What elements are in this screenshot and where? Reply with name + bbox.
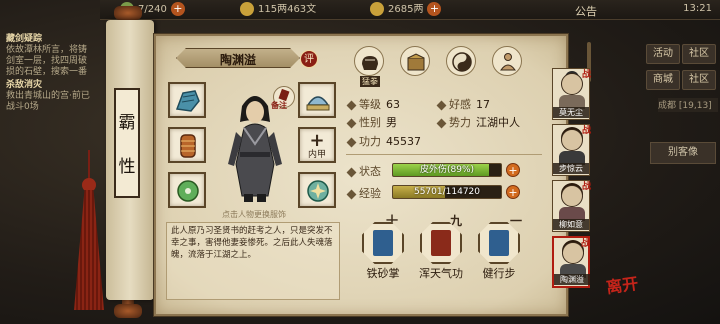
- note-label: 备注: [271, 101, 287, 110]
- character-description: 此人原乃习圣贤书的赶考之人，只是突发不幸之事，害得他妻妾惨死。之后此人失魂落魄，…: [166, 222, 340, 300]
- stat-level: 等级 63: [346, 96, 400, 112]
- stat-favor: 好感 17: [436, 96, 490, 112]
- stats-divider: [346, 154, 542, 155]
- member-name: 陶渊溢: [554, 274, 590, 285]
- add-exp-button[interactable]: +: [506, 185, 520, 199]
- battle-tag: 战: [580, 239, 590, 249]
- silver-icon: [240, 2, 254, 16]
- battle-tag: 战: [581, 182, 591, 192]
- stat-gender: 性别男: [346, 114, 397, 130]
- resource-silver: 115两463文: [240, 2, 316, 18]
- box-icon: [407, 53, 425, 71]
- exp-text: 55701/114720: [413, 187, 481, 197]
- member-name: 柳如意: [553, 219, 589, 230]
- quest-desc: 依故潭林所言，将铸剑室一层，找四周破损的石壁，搜索一番: [6, 45, 88, 77]
- clock: 13:21: [683, 3, 712, 14]
- inventory-icon-button[interactable]: [400, 46, 430, 76]
- add-stamina-button[interactable]: +: [170, 2, 185, 16]
- skill-slot[interactable]: [478, 222, 520, 264]
- armor-label: 内甲: [307, 150, 326, 160]
- yinyang-icon: [452, 52, 472, 72]
- helmet-icon: [306, 96, 330, 111]
- battle-tag: 战: [581, 126, 591, 136]
- party-member[interactable]: 战柳如意: [552, 180, 591, 232]
- jade-pendant-icon: [177, 180, 199, 202]
- community-button-2[interactable]: 社区: [682, 70, 716, 90]
- evaluate-button[interactable]: 评: [300, 50, 318, 68]
- equip-slot-armor[interactable]: + 内甲: [298, 127, 336, 163]
- status-bar: 皮外伤(89%): [392, 163, 502, 177]
- exp-bar: 55701/114720: [392, 185, 502, 199]
- bieke-button[interactable]: 别客像: [650, 142, 716, 164]
- community-button[interactable]: 社区: [682, 44, 716, 64]
- meditation-icon-button[interactable]: [492, 46, 522, 76]
- equip-slot-helmet[interactable]: [298, 82, 336, 118]
- tassel-decoration: [60, 150, 104, 320]
- location-info: 成都 [19,13]: [658, 98, 718, 112]
- heal-button[interactable]: +: [506, 163, 520, 177]
- skill-name: 健行步: [482, 267, 516, 280]
- fist-icon: [362, 56, 378, 70]
- ability-icon-button[interactable]: [354, 46, 384, 76]
- gauntlet-icon: [175, 90, 200, 112]
- member-name: 莫无尘: [553, 107, 589, 118]
- stat-faction: 势力 江湖中人: [436, 114, 520, 130]
- quest-desc: 救出青城山的宫·前已战斗0场: [6, 91, 90, 112]
- amulet-icon: [307, 180, 329, 202]
- activity-button[interactable]: 活动: [646, 44, 680, 64]
- party-member-selected[interactable]: 战陶渊溢: [552, 236, 590, 288]
- ability-tag: 猛拳: [360, 76, 380, 87]
- name-char: 性: [118, 157, 136, 177]
- name-char: 霸: [118, 113, 136, 133]
- skill-book-icon: [489, 230, 509, 256]
- equip-slot-jade[interactable]: [168, 172, 206, 208]
- skill-book-icon: [431, 230, 451, 256]
- equip-slot-bracer[interactable]: [168, 127, 206, 163]
- party-member[interactable]: 战莫无尘: [552, 68, 591, 120]
- bracer-icon: [180, 134, 196, 158]
- skill-slot[interactable]: [420, 222, 462, 264]
- location-coords: [19,13]: [678, 101, 712, 111]
- quest-title: 杀敌消灾: [6, 80, 43, 90]
- party-member[interactable]: 战步惊云: [552, 124, 591, 176]
- change-outfit-hint: 点击人物更换服饰: [222, 210, 286, 219]
- add-gold-button[interactable]: +: [427, 2, 442, 16]
- leave-button[interactable]: 离开: [604, 270, 639, 298]
- notice-button[interactable]: 公告: [575, 3, 597, 19]
- stat-status-label: 状态: [346, 163, 381, 179]
- stat-power: 功力 45537: [346, 133, 421, 149]
- skill-book-icon: [373, 230, 393, 256]
- equip-slot-treasure[interactable]: [298, 172, 336, 208]
- quest-title: 藏剑疑踪: [6, 34, 43, 44]
- gold-icon: [370, 2, 384, 16]
- character-name: 陶渊溢: [219, 53, 256, 67]
- status-text: 皮外伤(89%): [419, 165, 475, 175]
- meditation-icon: [500, 53, 516, 71]
- resource-gold: 2685两 +: [370, 2, 442, 18]
- yinyang-icon-button[interactable]: [446, 46, 476, 76]
- shop-button[interactable]: 商城: [646, 70, 680, 90]
- gold-value: 2685两: [388, 4, 424, 15]
- battle-tag: 战: [581, 70, 591, 80]
- vertical-name-plate: 霸 性: [114, 88, 140, 198]
- location-name: 成都: [658, 101, 677, 111]
- equip-slot-weapon[interactable]: [168, 82, 206, 118]
- member-name: 步惊云: [553, 163, 589, 174]
- skill-slot[interactable]: [362, 222, 404, 264]
- silver-value: 115两463文: [258, 4, 317, 15]
- stat-exp-label: 经验: [346, 185, 381, 201]
